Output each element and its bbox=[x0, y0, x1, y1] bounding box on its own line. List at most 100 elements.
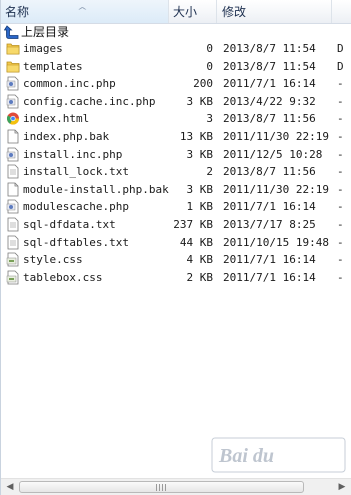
file-name: config.cache.inc.php bbox=[23, 94, 156, 108]
css-file-icon bbox=[6, 252, 20, 267]
file-size: 4 KB bbox=[186, 253, 214, 267]
file-row[interactable]: sql-dftables.txt 44 KB 2011/10/15 19:48- bbox=[1, 234, 351, 252]
watermark: Bai du bbox=[211, 437, 346, 473]
file-extra-column: - bbox=[337, 129, 344, 143]
file-extra-column: - bbox=[337, 147, 344, 161]
file-row[interactable]: sql-dfdata.txt 237 KB 2013/7/17 8:25 - bbox=[1, 216, 351, 234]
file-size: 1 KB bbox=[186, 200, 214, 214]
file-row[interactable]: install_lock.txt 2 2013/8/7 11:56 - bbox=[1, 163, 351, 181]
file-modified-date: 2013/8/7 11:56 bbox=[223, 165, 316, 179]
file-extra-column: - bbox=[337, 77, 344, 91]
file-modified-date: 2013/7/17 8:25 bbox=[223, 217, 316, 231]
file-modified-date: 2013/4/22 9:32 bbox=[223, 94, 316, 108]
file-modified-date: 2011/10/15 19:48 bbox=[223, 235, 329, 249]
up-arrow-icon bbox=[4, 25, 19, 39]
scrollbar-grip-icon bbox=[156, 484, 167, 491]
file-size: 2 KB bbox=[186, 270, 214, 284]
column-header-extra[interactable] bbox=[332, 0, 351, 23]
file-size: 2 bbox=[206, 165, 213, 179]
file-extra-column: - bbox=[337, 253, 344, 267]
scroll-left-arrow-icon[interactable]: ◀ bbox=[2, 480, 18, 494]
file-row[interactable]: config.cache.inc.php 3 KB 2013/4/22 9:32 - bbox=[1, 93, 351, 111]
file-name: modulescache.php bbox=[23, 200, 129, 214]
file-modified-date: 2013/8/7 11:56 bbox=[223, 112, 316, 126]
file-row[interactable]: templates 0 2013/8/7 11:54 D bbox=[1, 58, 351, 76]
css-file-icon bbox=[6, 270, 20, 285]
column-header-modified-label: 修改 bbox=[222, 5, 247, 19]
watermark-text: Bai du bbox=[218, 445, 274, 467]
file-list: images 0 2013/8/7 11:54 Dtemplates 0 2013/8/7… bbox=[1, 40, 351, 286]
text-file-icon bbox=[6, 217, 20, 232]
file-name: install.inc.php bbox=[23, 147, 123, 161]
column-header-name[interactable]: 名称 ^ bbox=[1, 0, 169, 23]
file-size: 3 bbox=[206, 112, 213, 126]
file-row[interactable]: style.css 4 KB 2011/7/1 16:14 - bbox=[1, 251, 351, 269]
file-name: module-install.php.bak bbox=[23, 182, 169, 196]
file-row[interactable]: module-install.php.bak 3 KB 2011/11/30 22:… bbox=[1, 181, 351, 199]
file-extra-column: - bbox=[337, 165, 344, 179]
folder-icon bbox=[6, 59, 20, 74]
folder-icon bbox=[6, 41, 20, 56]
sort-ascending-icon: ^ bbox=[76, 6, 88, 15]
file-name: install_lock.txt bbox=[23, 165, 129, 179]
file-name: images bbox=[23, 42, 63, 55]
file-modified-date: 2011/7/1 16:14 bbox=[223, 253, 316, 267]
file-size: 3 KB bbox=[186, 182, 214, 196]
file-modified-date: 2013/8/7 11:54 bbox=[223, 42, 316, 55]
php-file-icon bbox=[6, 147, 20, 162]
file-extra-column: - bbox=[337, 112, 344, 126]
file-extra-column: - bbox=[337, 217, 344, 231]
file-row[interactable]: index.php.bak 13 KB 2011/11/30 22:19- bbox=[1, 128, 351, 146]
file-extra-column: - bbox=[337, 182, 344, 196]
file-modified-date: 2011/7/1 16:14 bbox=[223, 200, 316, 214]
column-header-size[interactable]: 大小 bbox=[169, 0, 217, 23]
horizontal-scrollbar[interactable]: ◀ ▶ bbox=[1, 478, 351, 495]
column-header-row: 名称 ^ 大小 修改 bbox=[1, 0, 351, 24]
file-row[interactable]: index.html 3 2013/8/7 11:56 - bbox=[1, 110, 351, 128]
file-name: templates bbox=[23, 59, 83, 73]
file-extra-column: - bbox=[337, 200, 344, 214]
file-name: index.html bbox=[23, 112, 90, 126]
blank-file-icon bbox=[6, 182, 20, 197]
file-modified-date: 2011/7/1 16:14 bbox=[223, 270, 316, 284]
column-header-modified[interactable]: 修改 bbox=[217, 0, 332, 23]
file-size: 0 bbox=[206, 59, 213, 73]
file-name: tablebox.css bbox=[23, 270, 103, 284]
parent-directory-label: 上层目录 bbox=[21, 25, 70, 39]
file-row[interactable]: install.inc.php 3 KB 2011/12/5 10:28- bbox=[1, 146, 351, 164]
file-name: index.php.bak bbox=[23, 129, 110, 143]
file-extra-column: - bbox=[337, 235, 344, 249]
file-list-panel: 名称 ^ 大小 修改 上层目录 images 0 2013/8/7 11:54 Dte… bbox=[0, 0, 351, 495]
file-size: 3 KB bbox=[186, 147, 214, 161]
php-file-icon bbox=[6, 76, 20, 91]
file-size: 200 bbox=[193, 77, 213, 91]
file-modified-date: 2011/11/30 22:19 bbox=[223, 129, 329, 143]
file-size: 237 KB bbox=[173, 217, 213, 231]
file-modified-date: 2013/8/7 11:54 bbox=[223, 59, 316, 73]
parent-directory-row[interactable]: 上层目录 bbox=[1, 24, 351, 40]
file-modified-date: 2011/12/5 10:28 bbox=[223, 147, 323, 161]
file-modified-date: 2011/7/1 16:14 bbox=[223, 77, 316, 91]
php-file-icon bbox=[6, 94, 20, 109]
file-row[interactable]: modulescache.php 1 KB 2011/7/1 16:14 - bbox=[1, 198, 351, 216]
column-header-size-label: 大小 bbox=[173, 5, 198, 19]
file-size: 3 KB bbox=[186, 94, 214, 108]
column-header-name-label: 名称 bbox=[5, 5, 30, 19]
file-extra-column: D bbox=[337, 42, 344, 55]
file-modified-date: 2011/11/30 22:19 bbox=[223, 182, 329, 196]
file-extra-column: - bbox=[337, 270, 344, 284]
file-name: sql-dfdata.txt bbox=[23, 217, 116, 231]
scroll-right-arrow-icon[interactable]: ▶ bbox=[334, 480, 350, 494]
file-name: common.inc.php bbox=[23, 77, 116, 91]
file-extra-column: - bbox=[337, 94, 344, 108]
scrollbar-thumb[interactable] bbox=[19, 481, 304, 493]
file-size: 13 KB bbox=[179, 129, 213, 143]
file-row[interactable]: common.inc.php 200 2011/7/1 16:14 - bbox=[1, 75, 351, 93]
php-file-icon bbox=[6, 199, 20, 214]
file-size: 0 bbox=[206, 42, 213, 55]
file-row[interactable]: tablebox.css 2 KB 2011/7/1 16:14 - bbox=[1, 269, 351, 287]
file-size: 44 KB bbox=[179, 235, 213, 249]
file-name: sql-dftables.txt bbox=[23, 235, 129, 249]
file-row[interactable]: images 0 2013/8/7 11:54 D bbox=[1, 40, 351, 58]
file-name: style.css bbox=[23, 253, 83, 267]
